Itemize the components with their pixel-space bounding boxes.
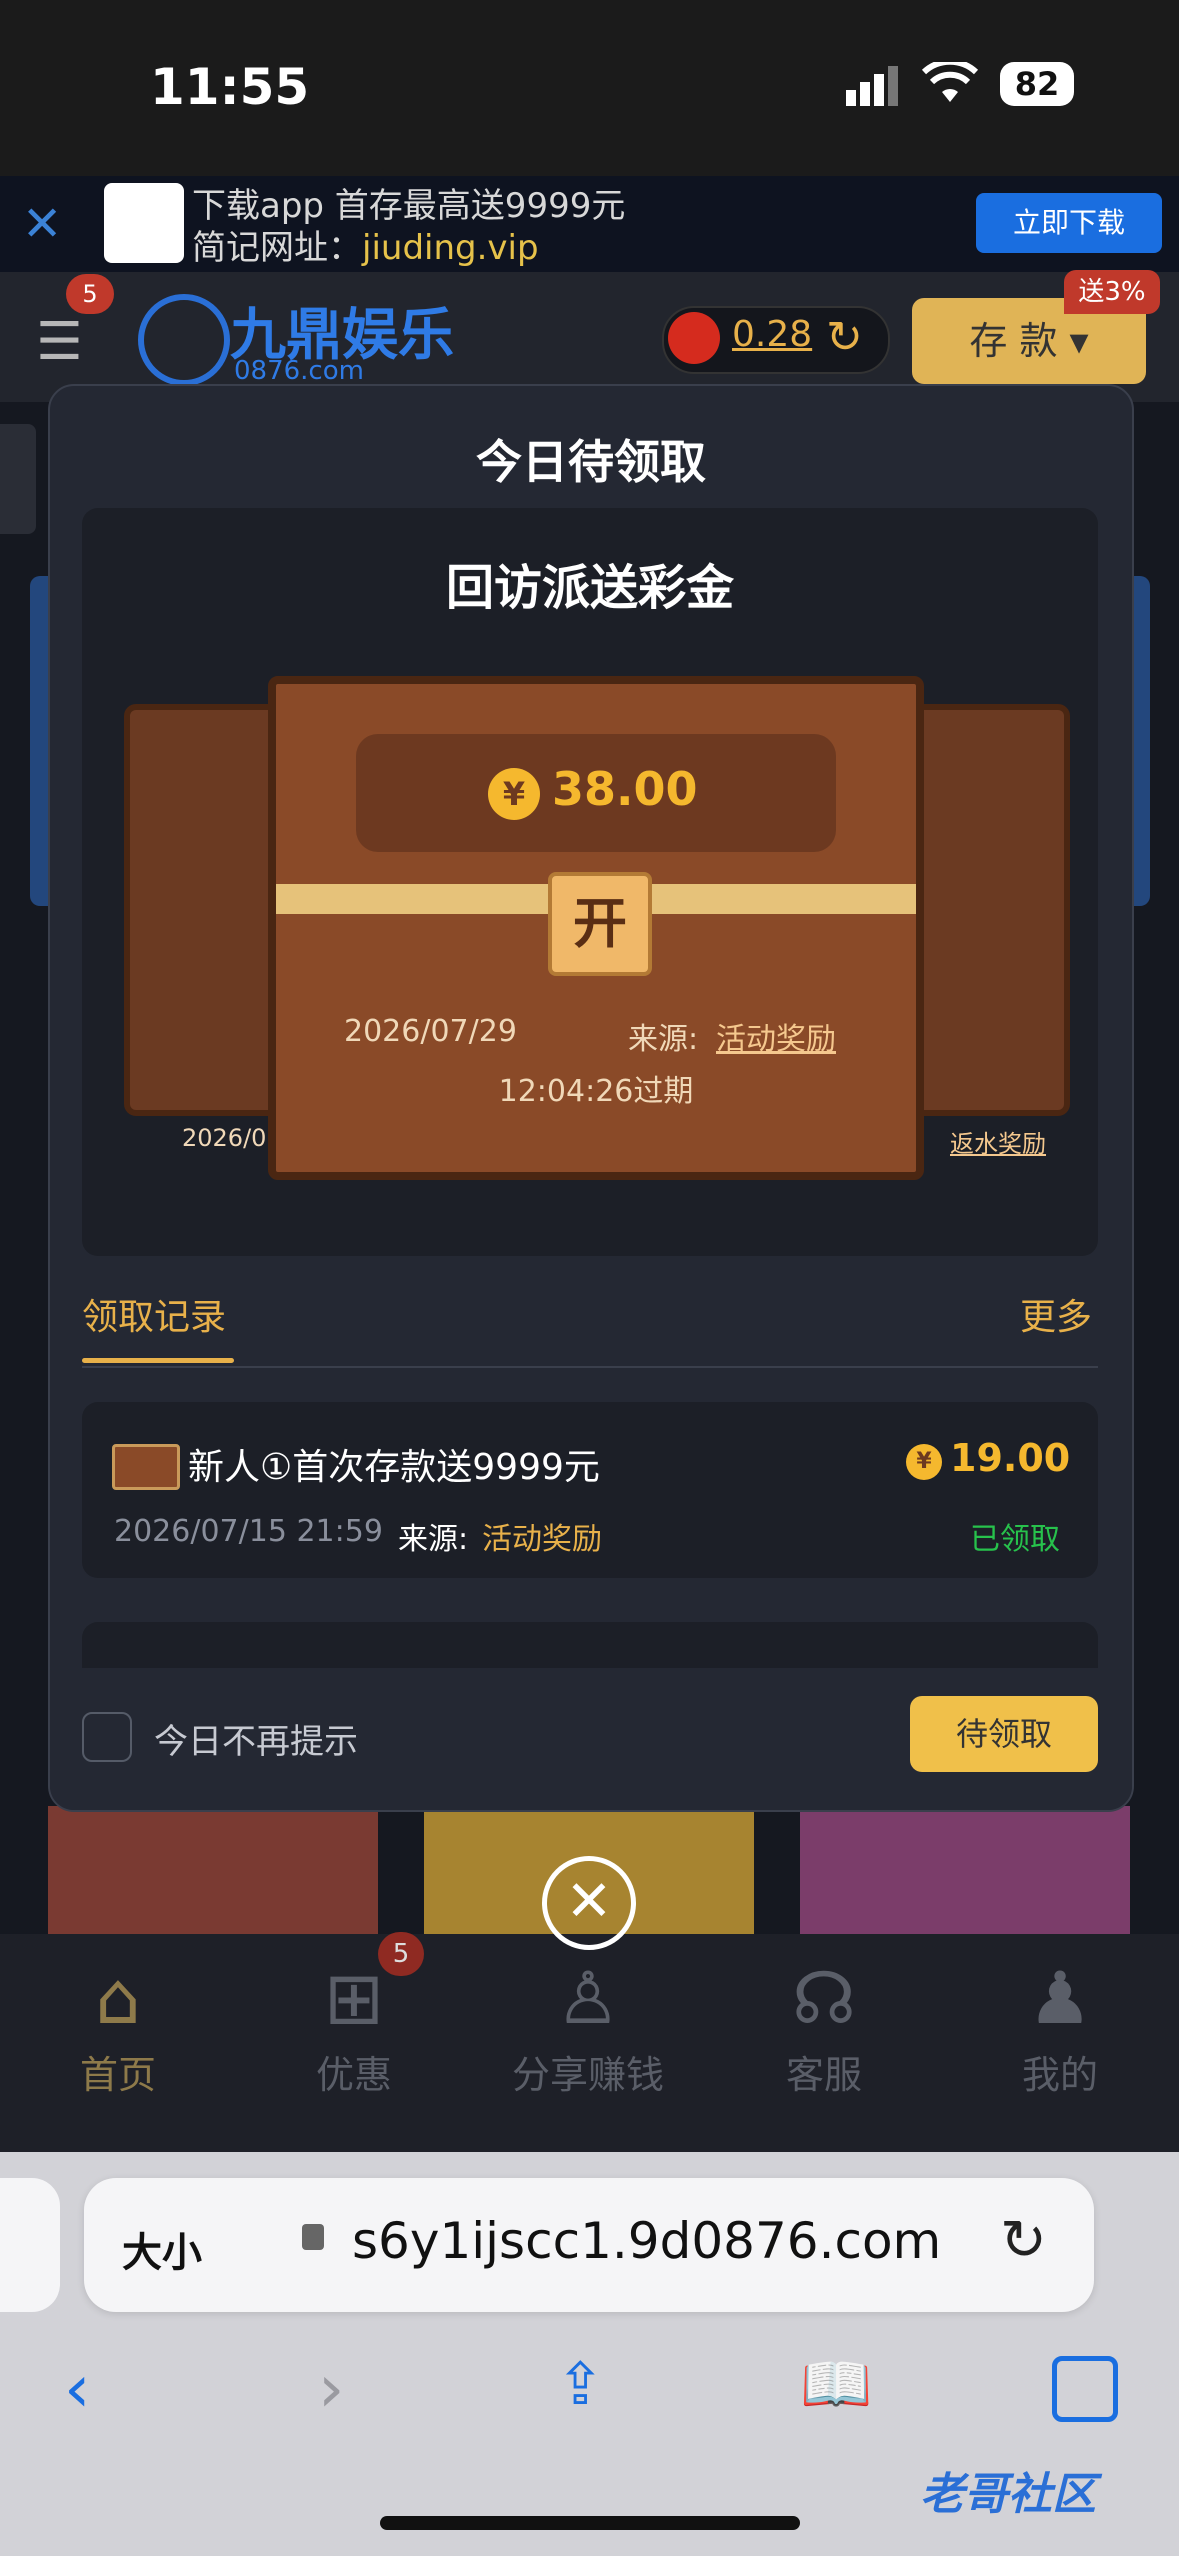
source-label: 来源: <box>628 1022 699 1057</box>
record-amount: 19.00 <box>950 1436 1071 1480</box>
download-button[interactable]: 立即下载 <box>976 193 1162 253</box>
claim-button[interactable]: 待领取 <box>910 1696 1098 1772</box>
chest-right-source: 返水奖励 <box>950 1130 1046 1158</box>
url-text[interactable]: s6y1ijscc1.9d0876.com <box>352 2212 941 2270</box>
reward-expiry: 12:04:26过期 <box>498 1074 694 1109</box>
nav-profile[interactable]: ♟ 我的 <box>970 1956 1150 2099</box>
headset-icon: ☊ <box>792 1956 856 2040</box>
battery-indicator: 82 <box>1000 62 1074 106</box>
refresh-icon[interactable]: ↻ <box>826 312 863 363</box>
wifi-icon <box>921 58 979 110</box>
yuan-coin-icon: ¥ <box>906 1444 942 1480</box>
record-source: 活动奖励 <box>482 1522 602 1557</box>
address-bar[interactable]: 大小 s6y1ijscc1.9d0876.com ↻ <box>84 2178 1094 2312</box>
tab-active-indicator <box>82 1358 234 1363</box>
record-status: 已领取 <box>970 1522 1060 1557</box>
nav-share[interactable]: ♙ 分享赚钱 <box>498 1956 678 2099</box>
record-source-label: 来源: <box>398 1522 469 1557</box>
balance-value: 0.28 <box>732 314 813 355</box>
chevron-down-icon: ▾ <box>1069 319 1089 363</box>
game-tile[interactable] <box>800 1806 1130 1948</box>
record-time: 2026/07/15 21:59 <box>114 1514 383 1549</box>
daily-rewards-modal: 今日待领取 回访派送彩金 2026/07 返水奖励 ¥ 38.00 开 2026… <box>48 384 1134 1812</box>
nav-profile-label: 我的 <box>1021 2053 1098 2097</box>
forward-icon[interactable]: › <box>318 2350 344 2427</box>
close-icon[interactable]: ✕ <box>542 1856 636 1950</box>
nav-promotions-label: 优惠 <box>315 2053 392 2097</box>
deposit-label: 存 款 <box>969 319 1058 363</box>
signal-icon <box>846 66 902 110</box>
banner-url-line: 简记网址：jiuding.vip <box>192 220 539 269</box>
open-lock-button[interactable]: 开 <box>548 872 652 976</box>
reward-panel: 回访派送彩金 2026/07 返水奖励 ¥ 38.00 开 2026/07/29… <box>82 508 1098 1256</box>
home-indicator[interactable] <box>380 2516 800 2530</box>
brand-logo-icon <box>138 294 230 386</box>
treasure-chest[interactable]: ¥ 38.00 开 2026/07/29 来源: 活动奖励 12:04:26过期 <box>268 676 924 1180</box>
share-icon: ♙ <box>555 1956 621 2040</box>
nav-home-label: 首页 <box>79 2053 156 2097</box>
banner-url-prefix: 简记网址： <box>192 228 362 268</box>
close-icon[interactable]: ✕ <box>22 196 62 252</box>
nav-support-label: 客服 <box>785 2053 862 2097</box>
nav-home[interactable]: ⌂ 首页 <box>28 1956 208 2099</box>
modal-footer: 今日不再提示 待领取 <box>50 1668 1132 1810</box>
previous-tab-peek[interactable] <box>0 2178 60 2312</box>
lock-icon <box>302 2224 324 2250</box>
bookmarks-icon[interactable]: 📖 <box>800 2350 872 2419</box>
chest-left-date: 2026/07 <box>182 1124 282 1152</box>
menu-icon[interactable]: ☰ <box>36 312 83 372</box>
reload-icon[interactable]: ↻ <box>1000 2208 1047 2273</box>
tabs-icon[interactable] <box>1052 2356 1118 2422</box>
more-link[interactable]: 更多 <box>1020 1288 1092 1340</box>
side-panel-tab[interactable] <box>0 424 36 534</box>
game-tile[interactable] <box>48 1806 378 1948</box>
reward-title: 回访派送彩金 <box>445 560 734 616</box>
status-time: 11:55 <box>150 58 310 116</box>
tab-divider <box>82 1366 1098 1368</box>
nav-support[interactable]: ☊ 客服 <box>734 1956 914 2099</box>
home-icon: ⌂ <box>95 1956 141 2040</box>
reward-amount: 38.00 <box>552 762 698 816</box>
nav-promotions[interactable]: ⊞ 优惠 <box>264 1956 444 2099</box>
brand-domain: 0876.com <box>234 356 364 386</box>
text-size-button[interactable]: 大小 <box>122 2220 202 2278</box>
no-remind-checkbox[interactable] <box>82 1712 132 1762</box>
promo-badge: 5 <box>378 1932 424 1976</box>
menu-badge: 5 <box>66 274 114 314</box>
china-flag-icon <box>668 312 720 364</box>
record-title: 新人①首次存款送9999元 <box>188 1447 600 1488</box>
reward-date: 2026/07/29 <box>344 1014 517 1049</box>
no-remind-label: 今日不再提示 <box>154 1722 358 1762</box>
list-item: 新人①首次存款送9999元 ¥ 19.00 2026/07/15 21:59 来… <box>82 1402 1098 1578</box>
chest-icon <box>112 1444 180 1490</box>
nav-share-label: 分享赚钱 <box>511 2053 664 2097</box>
watermark: 老哥社区 <box>920 2469 1096 2520</box>
back-icon[interactable]: ‹ <box>64 2350 90 2427</box>
deposit-bonus-tag: 送3% <box>1064 270 1160 314</box>
reward-source: 活动奖励 <box>716 1022 836 1057</box>
user-icon: ♟ <box>1027 1956 1093 2040</box>
app-logo <box>104 183 184 263</box>
yuan-coin-icon: ¥ <box>488 768 540 820</box>
tab-claim-records[interactable]: 领取记录 <box>82 1288 226 1340</box>
banner-url: jiuding.vip <box>362 228 539 268</box>
modal-title: 今日待领取 <box>476 435 706 489</box>
share-sheet-icon[interactable]: ⇪ <box>556 2350 605 2418</box>
